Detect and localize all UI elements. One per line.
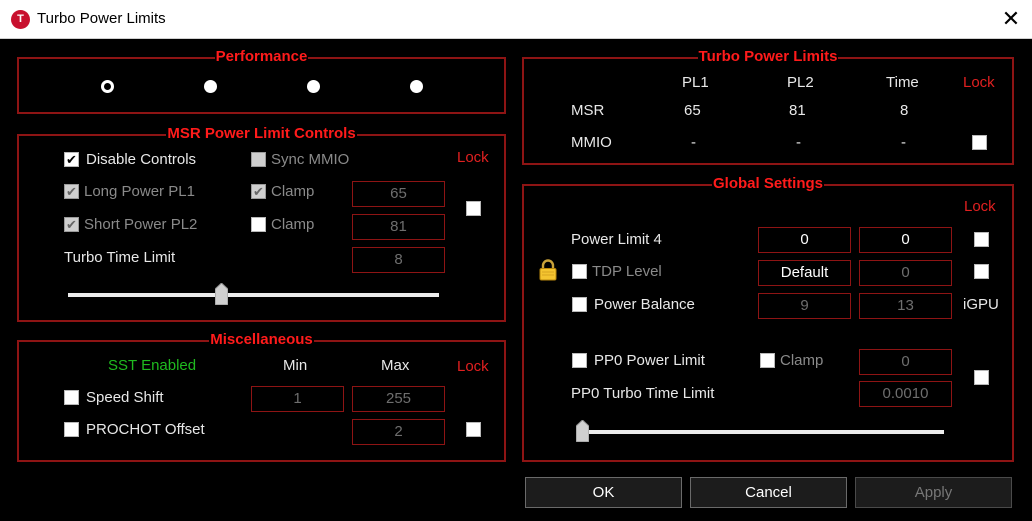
msr-pl1-value: 65 <box>684 102 701 119</box>
prochot-checkbox[interactable] <box>64 422 79 437</box>
turbo-power-limits-window: T Turbo Power Limits ✕ Performance MSR P… <box>0 0 1032 521</box>
power-balance-field-b[interactable]: 13 <box>859 293 952 319</box>
tdp-lock-checkbox[interactable] <box>974 264 989 279</box>
prochot-label: PROCHOT Offset <box>86 421 205 438</box>
speed-shift-label: Speed Shift <box>86 389 164 406</box>
tdp-level-select[interactable]: Default <box>758 260 851 286</box>
app-icon: T <box>11 10 30 29</box>
sync-mmio-label: Sync MMIO <box>271 151 350 168</box>
misc-lock-label: Lock <box>457 358 489 375</box>
msr-lock-label: Lock <box>457 149 489 166</box>
power-balance-field-a[interactable]: 9 <box>758 293 851 319</box>
performance-group: Performance <box>17 48 506 114</box>
mmio-pl1-value: - <box>691 134 696 151</box>
pp0-turbo-time-field[interactable]: 0.0010 <box>859 381 952 407</box>
turbo-power-limits-group: Turbo Power Limits PL1 PL2 Time Lock MSR… <box>522 48 1014 165</box>
performance-option-3[interactable] <box>307 80 320 93</box>
igpu-label: iGPU <box>963 296 999 313</box>
disable-controls-label: Disable Controls <box>86 151 197 168</box>
pl2-field[interactable]: 81 <box>352 214 445 240</box>
pp0-lock-checkbox[interactable] <box>974 370 989 385</box>
prochot-field[interactable]: 2 <box>352 419 445 445</box>
cancel-button[interactable]: Cancel <box>690 477 847 508</box>
long-clamp-checkbox[interactable]: ✔ <box>251 184 266 199</box>
sst-enabled-label: SST Enabled <box>108 357 197 374</box>
time-column-header: Time <box>886 74 919 91</box>
turbo-time-slider-track[interactable] <box>68 293 439 297</box>
mmio-row-label: MMIO <box>571 134 612 151</box>
pl2-column-header: PL2 <box>787 74 814 91</box>
performance-option-1[interactable] <box>101 80 114 93</box>
msr-group-title: MSR Power Limit Controls <box>166 125 357 142</box>
msr-time-value: 8 <box>900 102 909 119</box>
pp0-turbo-time-label: PP0 Turbo Time Limit <box>571 385 715 402</box>
pp0-power-limit-label: PP0 Power Limit <box>594 352 705 369</box>
pl4-field-a[interactable]: 0 <box>758 227 851 253</box>
global-group-title: Global Settings <box>711 175 824 192</box>
msr-row-label: MSR <box>571 102 605 119</box>
short-power-label: Short Power PL2 <box>84 216 198 233</box>
tpl-lock-checkbox[interactable] <box>972 135 987 150</box>
performance-option-4[interactable] <box>410 80 423 93</box>
msr-power-limit-group: MSR Power Limit Controls ✔ Disable Contr… <box>17 125 506 322</box>
turbo-time-slider-thumb[interactable] <box>214 283 228 305</box>
sync-mmio-checkbox[interactable] <box>251 152 266 167</box>
pp0-clamp-label: Clamp <box>780 352 824 369</box>
pl4-lock-checkbox[interactable] <box>974 232 989 247</box>
pp0-time-slider-track[interactable] <box>576 430 944 434</box>
msr-lock-checkbox[interactable] <box>466 201 481 216</box>
turbo-time-label: Turbo Time Limit <box>64 249 176 266</box>
long-power-label: Long Power PL1 <box>84 183 195 200</box>
window-title: Turbo Power Limits <box>37 10 166 27</box>
speed-shift-min-field[interactable]: 1 <box>251 386 344 412</box>
performance-title: Performance <box>214 48 309 65</box>
pp0-time-slider-thumb[interactable] <box>576 420 589 442</box>
close-icon[interactable]: ✕ <box>990 0 1032 39</box>
title-bar: T Turbo Power Limits ✕ <box>0 0 1032 39</box>
long-power-checkbox[interactable]: ✔ <box>64 184 79 199</box>
performance-option-2[interactable] <box>204 80 217 93</box>
pl4-field-b[interactable]: 0 <box>859 227 952 253</box>
global-settings-group: Global Settings Lock Power Limit 4 0 0 T… <box>522 175 1014 462</box>
long-clamp-label: Clamp <box>271 183 315 200</box>
turbo-time-field[interactable]: 8 <box>352 247 445 273</box>
pp0-power-limit-checkbox[interactable] <box>572 353 587 368</box>
max-header: Max <box>381 357 410 374</box>
tdp-level-label: TDP Level <box>592 263 662 280</box>
apply-button[interactable]: Apply <box>855 477 1012 508</box>
mmio-time-value: - <box>901 134 906 151</box>
misc-group-title: Miscellaneous <box>209 331 314 348</box>
power-balance-label: Power Balance <box>594 296 695 313</box>
global-lock-label: Lock <box>964 198 996 215</box>
tdp-level-checkbox[interactable] <box>572 264 587 279</box>
misc-lock-checkbox[interactable] <box>466 422 481 437</box>
tdp-level-field[interactable]: 0 <box>859 260 952 286</box>
pl1-field[interactable]: 65 <box>352 181 445 207</box>
miscellaneous-group: Miscellaneous SST Enabled Min Max Lock S… <box>17 331 506 462</box>
power-balance-checkbox[interactable] <box>572 297 587 312</box>
short-clamp-label: Clamp <box>271 216 315 233</box>
speed-shift-checkbox[interactable] <box>64 390 79 405</box>
padlock-icon <box>538 259 558 281</box>
min-header: Min <box>283 357 308 374</box>
pp0-clamp-checkbox[interactable] <box>760 353 775 368</box>
speed-shift-max-field[interactable]: 255 <box>352 386 445 412</box>
power-limit-4-label: Power Limit 4 <box>571 231 662 248</box>
pl1-column-header: PL1 <box>682 74 709 91</box>
disable-controls-checkbox[interactable]: ✔ <box>64 152 79 167</box>
msr-pl2-value: 81 <box>789 102 806 119</box>
mmio-pl2-value: - <box>796 134 801 151</box>
ok-button[interactable]: OK <box>525 477 682 508</box>
tpl-lock-label: Lock <box>963 74 995 91</box>
tpl-group-title: Turbo Power Limits <box>697 48 839 65</box>
short-power-checkbox[interactable]: ✔ <box>64 217 79 232</box>
short-clamp-checkbox[interactable] <box>251 217 266 232</box>
pp0-power-limit-field[interactable]: 0 <box>859 349 952 375</box>
